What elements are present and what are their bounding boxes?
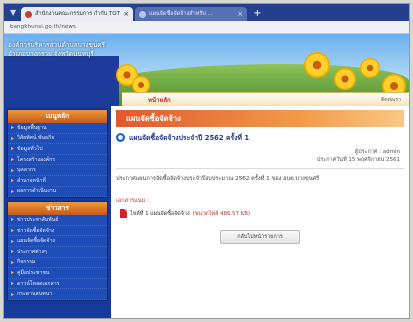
article-meta: ผู้ประกาศ : admin ประกาศวันที่ 15 พฤศจิก… bbox=[116, 148, 404, 164]
arrow-icon: ▸ bbox=[11, 237, 15, 245]
tab-strip: ▼ สำนักงานคณะกรรมการ กำกับ TOT × แผนจัดซ… bbox=[4, 4, 409, 21]
sidebar-item[interactable]: ▸ ข้อมูลทั่วไป bbox=[8, 144, 107, 155]
close-tab-icon[interactable]: × bbox=[237, 10, 243, 18]
article-title-row: ● แผนจัดซื้อจัดจ้างประจำปี 2562 ครั้งที่… bbox=[116, 132, 404, 143]
tab-inactive[interactable]: แผนจัดซื้อจัดจ้างสำหรับ ... × bbox=[135, 7, 248, 21]
site-banner: องค์การบริหารส่วนตำบลบางขุนศรี อำเภอบางก… bbox=[4, 34, 409, 106]
sidebar-item[interactable]: ▸ ประกาศต่างๆ bbox=[8, 247, 107, 258]
site-title-line1: องค์การบริหารส่วนตำบลบางขุนศรี bbox=[8, 41, 106, 49]
sidebar-item-label: ผลการดำเนินงาน bbox=[17, 188, 57, 195]
sidebar-item[interactable]: ▸ กระดานสนทนา bbox=[8, 289, 107, 300]
sidebar-item[interactable]: ▸ แผนจัดซื้อจัดจ้าง bbox=[8, 236, 107, 247]
sidebar-item-label: คู่มือประชาชน bbox=[17, 269, 50, 276]
sidebar-item-label: ประกาศต่างๆ bbox=[17, 248, 47, 255]
section-header: แผนจัดซื้อจัดจ้าง bbox=[116, 110, 404, 127]
sidebar-item-label: อำนาจหน้าที่ bbox=[17, 177, 46, 184]
sidebar-item[interactable]: ▸ โครงสร้างองค์กร bbox=[8, 155, 107, 166]
url-text: bangkhunsi.go.th/news bbox=[10, 24, 76, 30]
divider bbox=[116, 168, 404, 169]
arrow-icon: ▸ bbox=[11, 166, 15, 174]
sidebar-item-label: ข้อมูลพื้นฐาน bbox=[17, 124, 47, 131]
meta-author: ผู้ประกาศ : admin bbox=[354, 149, 400, 155]
new-tab-button[interactable]: + bbox=[249, 7, 265, 21]
main-content: แผนจัดซื้อจัดจ้าง ● แผนจัดซื้อจัดจ้างประ… bbox=[111, 106, 409, 318]
menu-contact-link[interactable]: ติดต่อเรา bbox=[381, 96, 401, 104]
sidebar-item-label: ข่าวประชาสัมพันธ์ bbox=[17, 216, 59, 223]
back-to-list-button[interactable]: กลับไปหน้ารายการ bbox=[220, 230, 300, 244]
sidebar-box-news: ข่าวสาร ▸ ข่าวประชาสัมพันธ์ ▸ ข่าวจัดซื้อจ… bbox=[7, 201, 108, 301]
tab-active[interactable]: สำนักงานคณะกรรมการ กำกับ TOT × bbox=[21, 7, 134, 21]
top-menu: หน้าหลัก ติดต่อเรา bbox=[122, 92, 409, 106]
sidebar-box-main: เมนูหลัก ▸ ข้อมูลพื้นฐาน ▸ วิสัยทัศน์ พันธ… bbox=[7, 109, 108, 199]
sidebar-item[interactable]: ▸ วิสัยทัศน์ พันธกิจ bbox=[8, 134, 107, 145]
browser-window: ▼ สำนักงานคณะกรรมการ กำกับ TOT × แผนจัดซ… bbox=[3, 3, 410, 319]
close-tab-icon[interactable]: × bbox=[123, 10, 129, 18]
pdf-file-icon bbox=[120, 209, 127, 218]
meta-date: ประกาศวันที่ 15 พฤศจิกายน 2561 bbox=[316, 157, 400, 163]
sidebar-item-label: แผนจัดซื้อจัดจ้าง bbox=[17, 238, 55, 245]
attachment-label: เอกสารแนบ : bbox=[116, 198, 149, 204]
site-title-line2: อำเภอบางกรวย จังหวัดนนทบุรี bbox=[8, 49, 94, 58]
flower-decoration bbox=[334, 68, 356, 90]
page-body: เมนูหลัก ▸ ข้อมูลพื้นฐาน ▸ วิสัยทัศน์ พันธ… bbox=[4, 106, 409, 318]
sidebar-item-label: กิจกรรม bbox=[17, 259, 36, 266]
favicon-icon bbox=[25, 10, 33, 18]
tab-title: สำนักงานคณะกรรมการ กำกับ TOT bbox=[35, 11, 120, 17]
arrow-icon: ▸ bbox=[11, 134, 15, 142]
sidebar-item[interactable]: ▸ บุคลากร bbox=[8, 165, 107, 176]
sidebar-item[interactable]: ▸ ข่าวประชาสัมพันธ์ bbox=[8, 215, 107, 226]
sidebar-item-label: บุคลากร bbox=[17, 167, 36, 174]
window-menu-icon[interactable]: ▼ bbox=[10, 4, 16, 21]
menu-home-link[interactable]: หน้าหลัก bbox=[148, 95, 171, 105]
attachment-link[interactable]: ไฟล์ที่ 1 แผนจัดซื้อจัดจ้าง (ขนาดไฟล์ 48… bbox=[120, 209, 404, 218]
sidebar-item[interactable]: ▸ ข่าวจัดซื้อจัดจ้าง bbox=[8, 226, 107, 237]
favicon-icon bbox=[139, 10, 147, 18]
arrow-icon: ▸ bbox=[11, 290, 15, 298]
article-title: แผนจัดซื้อจัดจ้างประจำปี 2562 ครั้งที่ 1 bbox=[129, 134, 250, 142]
arrow-icon: ▸ bbox=[11, 187, 15, 195]
banner-title-panel bbox=[4, 56, 119, 106]
arrow-icon: ▸ bbox=[11, 177, 15, 185]
sidebar-item-label: วิสัยทัศน์ พันธกิจ bbox=[17, 135, 55, 142]
sidebar-item[interactable]: ▸ กิจกรรม bbox=[8, 258, 107, 269]
attachment-size: (ขนาดไฟล์ 486.57 KB) bbox=[192, 210, 251, 217]
address-bar[interactable]: bangkhunsi.go.th/news bbox=[4, 21, 409, 34]
arrow-icon: ▸ bbox=[11, 124, 15, 132]
arrow-icon: ▸ bbox=[11, 269, 15, 277]
sidebar-item-label: กระดานสนทนา bbox=[17, 291, 53, 298]
tab-title: แผนจัดซื้อจัดจ้างสำหรับ ... bbox=[149, 11, 213, 17]
arrow-icon: ▸ bbox=[11, 227, 15, 235]
site-title: องค์การบริหารส่วนตำบลบางขุนศรี อำเภอบางก… bbox=[8, 41, 116, 58]
sidebar-item[interactable]: ▸ ดาวน์โหลดเอกสาร bbox=[8, 279, 107, 290]
arrow-icon: ▸ bbox=[11, 248, 15, 256]
sidebar-item[interactable]: ▸ ผลการดำเนินงาน bbox=[8, 187, 107, 198]
arrow-icon: ▸ bbox=[11, 156, 15, 164]
sidebar-item[interactable]: ▸ ข้อมูลพื้นฐาน bbox=[8, 123, 107, 134]
arrow-icon: ▸ bbox=[11, 258, 15, 266]
info-icon: ● bbox=[116, 133, 125, 142]
sidebar-header: ข่าวสาร bbox=[8, 202, 107, 216]
sidebar-item-label: ข่าวจัดซื้อจัดจ้าง bbox=[17, 227, 55, 234]
sidebar-item[interactable]: ▸ อำนาจหน้าที่ bbox=[8, 176, 107, 187]
flower-decoration bbox=[360, 58, 380, 78]
sidebar-item-label: โครงสร้างองค์กร bbox=[17, 156, 56, 163]
sidebar-item-label: ข้อมูลทั่วไป bbox=[17, 145, 43, 152]
sidebar-item-label: ดาวน์โหลดเอกสาร bbox=[17, 280, 60, 287]
arrow-icon: ▸ bbox=[11, 216, 15, 224]
sidebar-header: เมนูหลัก bbox=[8, 110, 107, 123]
sidebar-item[interactable]: ▸ คู่มือประชาชน bbox=[8, 268, 107, 279]
sidebar: เมนูหลัก ▸ ข้อมูลพื้นฐาน ▸ วิสัยทัศน์ พันธ… bbox=[4, 106, 111, 318]
flower-decoration bbox=[304, 52, 330, 78]
arrow-icon: ▸ bbox=[11, 280, 15, 288]
article-description: ประกาศแผนการจัดซื้อจัดจ้างประจำปีงบประมา… bbox=[116, 176, 320, 182]
arrow-icon: ▸ bbox=[11, 145, 15, 153]
attachment-name: ไฟล์ที่ 1 แผนจัดซื้อจัดจ้าง bbox=[130, 210, 190, 217]
